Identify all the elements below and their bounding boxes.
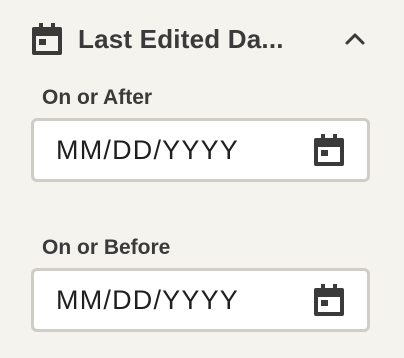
last-edited-date-filter: Last Edited Da... On or After MM/DD/YYYY… bbox=[0, 0, 404, 358]
filter-title: Last Edited Da... bbox=[78, 23, 284, 54]
on-or-before-placeholder: MM/DD/YYYY bbox=[56, 284, 240, 315]
calendar-icon[interactable] bbox=[311, 282, 347, 318]
on-or-before-label: On or Before bbox=[42, 236, 171, 259]
on-or-after-placeholder: MM/DD/YYYY bbox=[56, 134, 240, 165]
filter-section-header[interactable]: Last Edited Da... bbox=[30, 18, 380, 60]
on-or-after-date-input[interactable]: MM/DD/YYYY bbox=[31, 118, 370, 182]
on-or-before-date-input[interactable]: MM/DD/YYYY bbox=[31, 268, 370, 332]
chevron-up-icon[interactable] bbox=[340, 24, 370, 54]
on-or-after-label: On or After bbox=[42, 86, 153, 109]
calendar-icon[interactable] bbox=[311, 132, 347, 168]
calendar-icon bbox=[30, 22, 64, 56]
